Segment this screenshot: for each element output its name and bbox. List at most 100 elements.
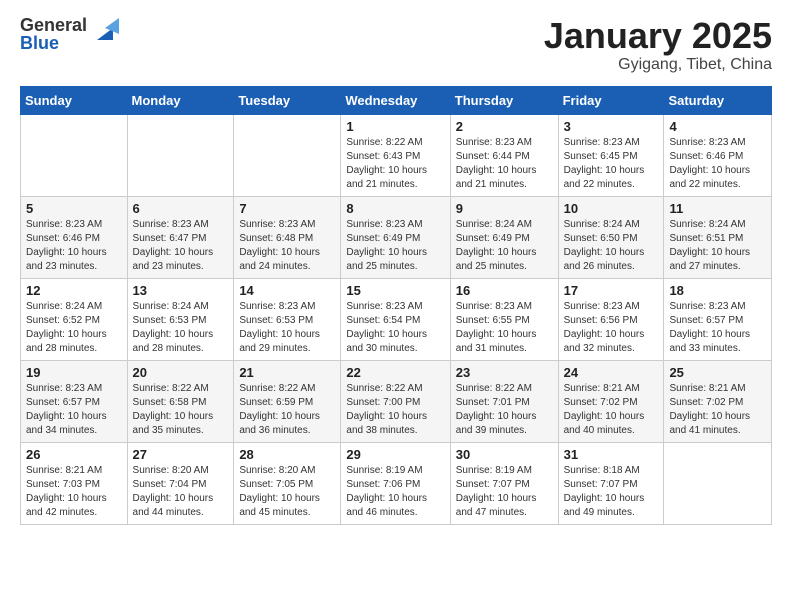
calendar-cell: 29 Sunrise: 8:19 AM Sunset: 7:06 PM Dayli… <box>341 442 450 524</box>
day-info: Sunrise: 8:23 AM Sunset: 6:57 PM Dayligh… <box>26 382 122 438</box>
day-number: 5 <box>26 201 122 216</box>
calendar-cell: 23 Sunrise: 8:22 AM Sunset: 7:01 PM Dayli… <box>450 360 558 442</box>
day-info: Sunrise: 8:22 AM Sunset: 7:01 PM Dayligh… <box>456 382 553 438</box>
day-info: Sunrise: 8:23 AM Sunset: 6:44 PM Dayligh… <box>456 136 553 192</box>
day-number: 18 <box>669 283 766 298</box>
calendar-cell: 21 Sunrise: 8:22 AM Sunset: 6:59 PM Dayli… <box>234 360 341 442</box>
calendar-header-thursday: Thursday <box>450 86 558 114</box>
day-number: 30 <box>456 447 553 462</box>
calendar-cell: 16 Sunrise: 8:23 AM Sunset: 6:55 PM Dayli… <box>450 278 558 360</box>
day-info: Sunrise: 8:23 AM Sunset: 6:57 PM Dayligh… <box>669 300 766 356</box>
location-title: Gyigang, Tibet, China <box>544 56 772 74</box>
day-number: 26 <box>26 447 122 462</box>
day-number: 10 <box>564 201 659 216</box>
calendar-header-row: SundayMondayTuesdayWednesdayThursdayFrid… <box>21 86 772 114</box>
day-info: Sunrise: 8:23 AM Sunset: 6:46 PM Dayligh… <box>26 218 122 274</box>
calendar-header-friday: Friday <box>558 86 664 114</box>
day-info: Sunrise: 8:23 AM Sunset: 6:48 PM Dayligh… <box>239 218 335 274</box>
day-info: Sunrise: 8:20 AM Sunset: 7:04 PM Dayligh… <box>133 464 229 520</box>
day-info: Sunrise: 8:24 AM Sunset: 6:52 PM Dayligh… <box>26 300 122 356</box>
day-number: 9 <box>456 201 553 216</box>
calendar-cell <box>127 114 234 196</box>
logo-blue: Blue <box>20 34 87 52</box>
logo-general: General <box>20 16 87 34</box>
calendar-week-1: 1 Sunrise: 8:22 AM Sunset: 6:43 PM Daylig… <box>21 114 772 196</box>
day-number: 24 <box>564 365 659 380</box>
calendar-header-wednesday: Wednesday <box>341 86 450 114</box>
calendar-cell: 5 Sunrise: 8:23 AM Sunset: 6:46 PM Daylig… <box>21 196 128 278</box>
day-info: Sunrise: 8:23 AM Sunset: 6:49 PM Dayligh… <box>346 218 444 274</box>
calendar-header-sunday: Sunday <box>21 86 128 114</box>
day-info: Sunrise: 8:22 AM Sunset: 7:00 PM Dayligh… <box>346 382 444 438</box>
calendar-cell: 10Sunrise: 8:24 AM Sunset: 6:50 PM Dayli… <box>558 196 664 278</box>
logo-text: General Blue <box>20 16 87 52</box>
header: General Blue January 2025 Gyigang, Tibet… <box>20 16 772 74</box>
calendar-cell: 14 Sunrise: 8:23 AM Sunset: 6:53 PM Dayli… <box>234 278 341 360</box>
day-number: 29 <box>346 447 444 462</box>
day-number: 21 <box>239 365 335 380</box>
day-number: 31 <box>564 447 659 462</box>
day-info: Sunrise: 8:21 AM Sunset: 7:03 PM Dayligh… <box>26 464 122 520</box>
calendar-cell: 12 Sunrise: 8:24 AM Sunset: 6:52 PM Dayli… <box>21 278 128 360</box>
day-number: 19 <box>26 365 122 380</box>
day-number: 1 <box>346 119 444 134</box>
calendar-cell: 2 Sunrise: 8:23 AM Sunset: 6:44 PM Daylig… <box>450 114 558 196</box>
calendar-header-saturday: Saturday <box>664 86 772 114</box>
calendar-cell: 28Sunrise: 8:20 AM Sunset: 7:05 PM Dayli… <box>234 442 341 524</box>
calendar-header-monday: Monday <box>127 86 234 114</box>
day-info: Sunrise: 8:22 AM Sunset: 6:59 PM Dayligh… <box>239 382 335 438</box>
day-info: Sunrise: 8:21 AM Sunset: 7:02 PM Dayligh… <box>564 382 659 438</box>
title-block: January 2025 Gyigang, Tibet, China <box>544 16 772 74</box>
day-number: 11 <box>669 201 766 216</box>
calendar-cell: 26 Sunrise: 8:21 AM Sunset: 7:03 PM Dayli… <box>21 442 128 524</box>
calendar-cell: 13Sunrise: 8:24 AM Sunset: 6:53 PM Dayli… <box>127 278 234 360</box>
day-number: 15 <box>346 283 444 298</box>
day-number: 28 <box>239 447 335 462</box>
calendar-cell: 18 Sunrise: 8:23 AM Sunset: 6:57 PM Dayli… <box>664 278 772 360</box>
day-info: Sunrise: 8:24 AM Sunset: 6:53 PM Dayligh… <box>133 300 229 356</box>
day-number: 25 <box>669 365 766 380</box>
day-number: 12 <box>26 283 122 298</box>
logo-icon <box>91 18 119 46</box>
day-number: 2 <box>456 119 553 134</box>
day-number: 20 <box>133 365 229 380</box>
calendar-cell: 24 Sunrise: 8:21 AM Sunset: 7:02 PM Dayli… <box>558 360 664 442</box>
day-number: 27 <box>133 447 229 462</box>
day-info: Sunrise: 8:23 AM Sunset: 6:47 PM Dayligh… <box>133 218 229 274</box>
calendar-week-2: 5 Sunrise: 8:23 AM Sunset: 6:46 PM Daylig… <box>21 196 772 278</box>
day-info: Sunrise: 8:23 AM Sunset: 6:54 PM Dayligh… <box>346 300 444 356</box>
calendar-cell: 20 Sunrise: 8:22 AM Sunset: 6:58 PM Dayli… <box>127 360 234 442</box>
day-number: 14 <box>239 283 335 298</box>
day-number: 6 <box>133 201 229 216</box>
day-info: Sunrise: 8:23 AM Sunset: 6:55 PM Dayligh… <box>456 300 553 356</box>
day-info: Sunrise: 8:22 AM Sunset: 6:43 PM Dayligh… <box>346 136 444 192</box>
calendar-cell <box>21 114 128 196</box>
logo: General Blue <box>20 16 119 52</box>
calendar-cell: 30Sunrise: 8:19 AM Sunset: 7:07 PM Dayli… <box>450 442 558 524</box>
day-number: 16 <box>456 283 553 298</box>
calendar-cell <box>234 114 341 196</box>
day-number: 22 <box>346 365 444 380</box>
page: General Blue January 2025 Gyigang, Tibet… <box>0 0 792 612</box>
day-info: Sunrise: 8:23 AM Sunset: 6:46 PM Dayligh… <box>669 136 766 192</box>
calendar-week-5: 26 Sunrise: 8:21 AM Sunset: 7:03 PM Dayli… <box>21 442 772 524</box>
day-info: Sunrise: 8:22 AM Sunset: 6:58 PM Dayligh… <box>133 382 229 438</box>
calendar-cell: 4Sunrise: 8:23 AM Sunset: 6:46 PM Daylig… <box>664 114 772 196</box>
calendar-header-tuesday: Tuesday <box>234 86 341 114</box>
day-info: Sunrise: 8:23 AM Sunset: 6:53 PM Dayligh… <box>239 300 335 356</box>
day-info: Sunrise: 8:23 AM Sunset: 6:56 PM Dayligh… <box>564 300 659 356</box>
calendar-cell: 11Sunrise: 8:24 AM Sunset: 6:51 PM Dayli… <box>664 196 772 278</box>
calendar-cell: 8 Sunrise: 8:23 AM Sunset: 6:49 PM Daylig… <box>341 196 450 278</box>
day-info: Sunrise: 8:18 AM Sunset: 7:07 PM Dayligh… <box>564 464 659 520</box>
day-info: Sunrise: 8:24 AM Sunset: 6:49 PM Dayligh… <box>456 218 553 274</box>
day-number: 17 <box>564 283 659 298</box>
calendar-cell: 22 Sunrise: 8:22 AM Sunset: 7:00 PM Dayli… <box>341 360 450 442</box>
month-title: January 2025 <box>544 16 772 56</box>
day-number: 7 <box>239 201 335 216</box>
day-number: 8 <box>346 201 444 216</box>
calendar-table: SundayMondayTuesdayWednesdayThursdayFrid… <box>20 86 772 525</box>
calendar-cell: 25Sunrise: 8:21 AM Sunset: 7:02 PM Dayli… <box>664 360 772 442</box>
day-info: Sunrise: 8:19 AM Sunset: 7:06 PM Dayligh… <box>346 464 444 520</box>
calendar-cell: 19 Sunrise: 8:23 AM Sunset: 6:57 PM Dayli… <box>21 360 128 442</box>
day-number: 23 <box>456 365 553 380</box>
